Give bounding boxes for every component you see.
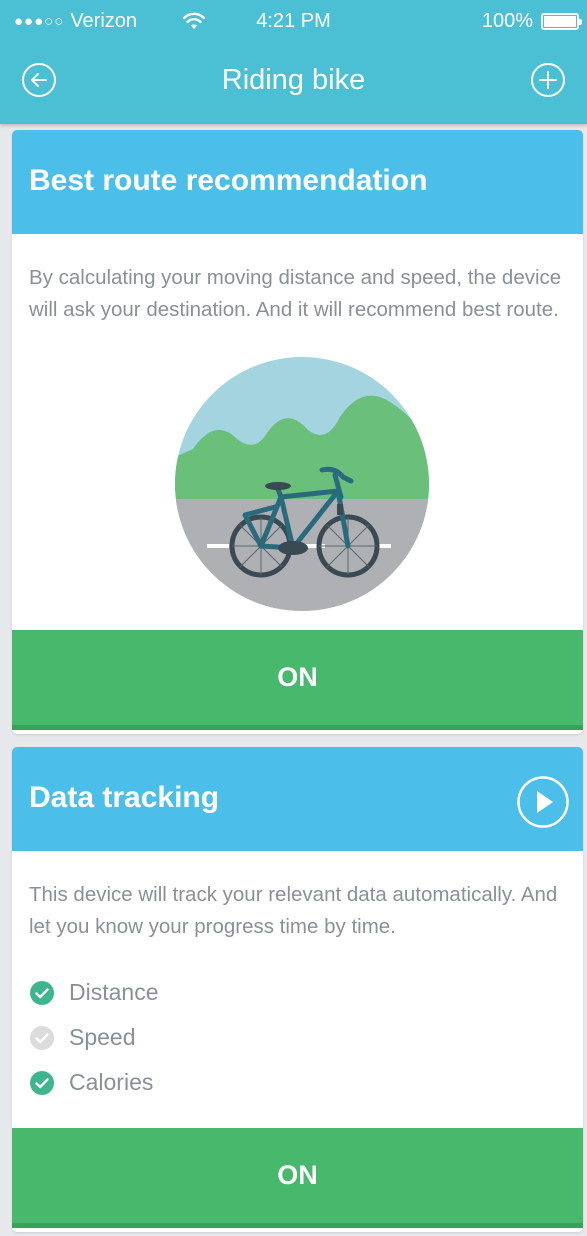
route-recommendation-card: Best route recommendation By calculating… (12, 130, 583, 734)
option-label: Calories (69, 1069, 154, 1095)
bicycle-illustration (175, 357, 429, 611)
page-title: Riding bike (221, 64, 366, 96)
card-description: This device will track your relevant dat… (29, 883, 558, 938)
tracking-option-distance[interactable]: Distance (29, 970, 158, 1015)
tracking-options: Distance Speed Calories (29, 970, 158, 1105)
tracking-option-speed[interactable]: Speed (29, 1015, 158, 1060)
navigation-bar: Riding bike (0, 46, 587, 116)
option-label: Distance (69, 979, 159, 1005)
app-header: ●●●○○ Verizon 4:21 PM 100% Riding bike (0, 0, 587, 124)
option-label: Speed (69, 1024, 136, 1050)
card-description: By calculating your moving distance and … (29, 266, 562, 321)
battery-percent: 100% (481, 10, 533, 32)
status-bar: ●●●○○ Verizon 4:21 PM 100% (0, 0, 587, 44)
check-on-icon (30, 980, 54, 1005)
check-on-icon (30, 1070, 54, 1095)
card-header: Best route recommendation (12, 130, 583, 234)
plus-circle-icon[interactable] (530, 62, 566, 98)
tracking-option-calories[interactable]: Calories (29, 1060, 158, 1105)
route-on-button[interactable]: ON (12, 630, 583, 730)
play-circle-icon[interactable] (516, 775, 570, 829)
check-off-icon (30, 1025, 54, 1050)
data-tracking-card: Data tracking This device will track you… (12, 747, 583, 1232)
tracking-on-button[interactable]: ON (12, 1128, 583, 1228)
card-title: Data tracking (29, 781, 220, 814)
battery-icon (541, 13, 582, 30)
card-title: Best route recommendation (29, 164, 428, 197)
card-header: Data tracking (12, 747, 583, 851)
battery-info: 100% (481, 10, 582, 33)
